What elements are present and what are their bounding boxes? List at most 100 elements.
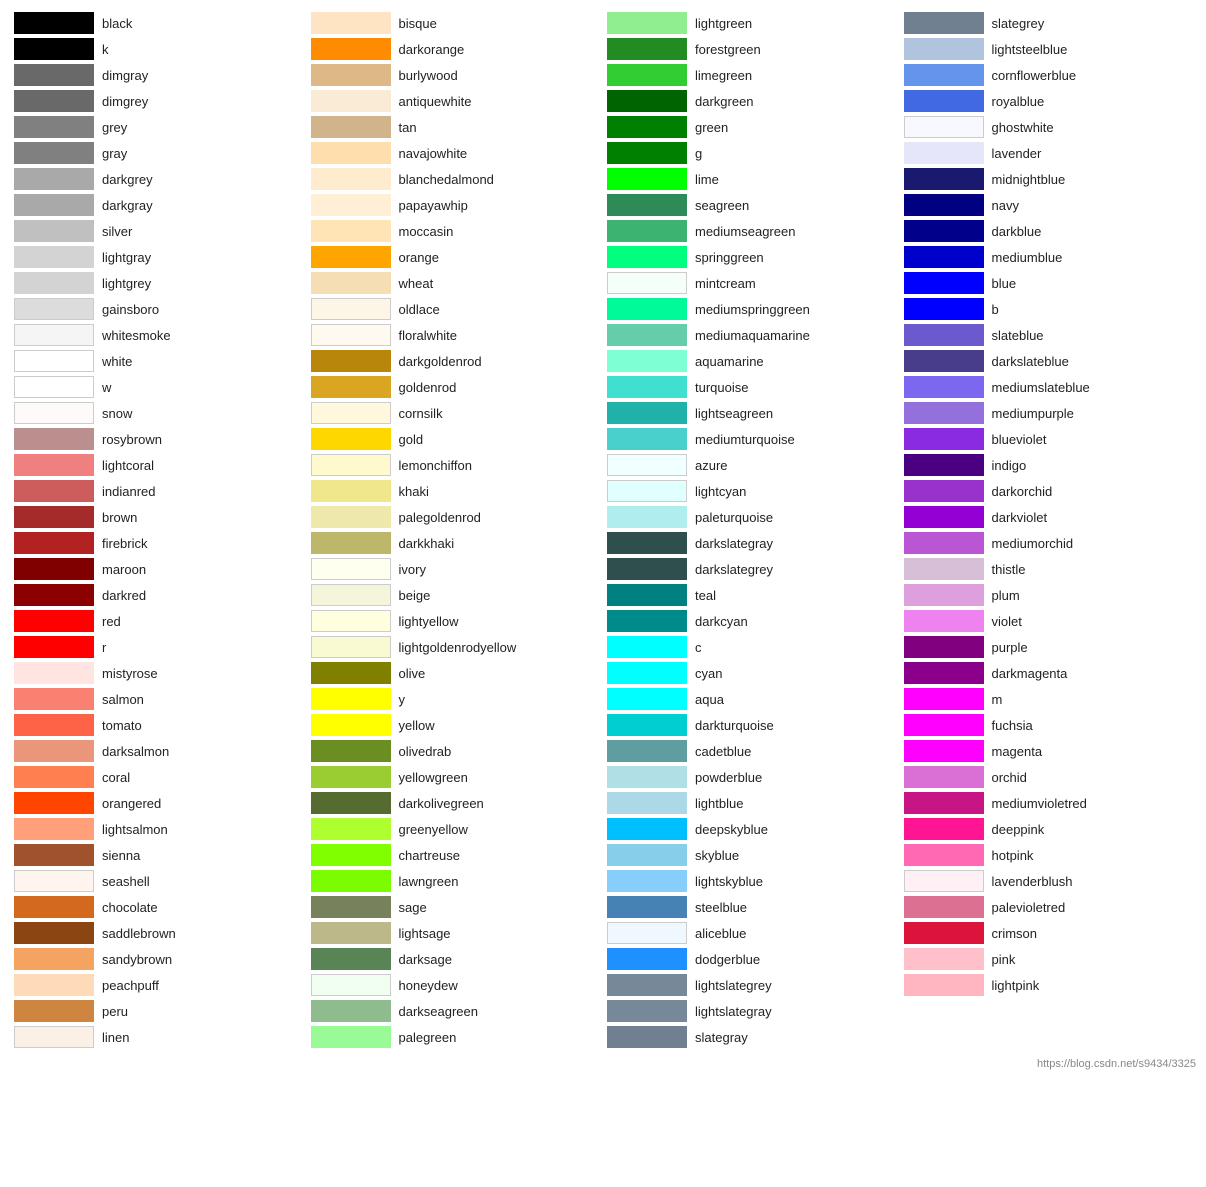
color-swatch [14, 1000, 94, 1022]
color-swatch [311, 1000, 391, 1022]
list-item: skyblue [603, 842, 900, 868]
color-swatch [904, 38, 984, 60]
column-3: lightgreenforestgreenlimegreendarkgreeng… [603, 10, 900, 1050]
color-swatch [311, 428, 391, 450]
color-label: cyan [695, 666, 722, 681]
list-item: snow [10, 400, 307, 426]
color-label: g [695, 146, 702, 161]
color-label: steelblue [695, 900, 747, 915]
list-item: black [10, 10, 307, 36]
color-swatch [904, 818, 984, 840]
list-item: greenyellow [307, 816, 604, 842]
color-label: slategray [695, 1030, 748, 1045]
color-label: mediumslateblue [992, 380, 1090, 395]
color-swatch [904, 506, 984, 528]
color-swatch [904, 90, 984, 112]
color-label: lightpink [992, 978, 1040, 993]
list-item: lightpink [900, 972, 1197, 998]
color-swatch [14, 1026, 94, 1048]
color-swatch [14, 870, 94, 892]
color-swatch [14, 376, 94, 398]
color-swatch [311, 506, 391, 528]
color-swatch [904, 480, 984, 502]
color-label: rosybrown [102, 432, 162, 447]
color-swatch [311, 246, 391, 268]
list-item: violet [900, 608, 1197, 634]
list-item: gray [10, 140, 307, 166]
color-label: lightcoral [102, 458, 154, 473]
color-swatch [14, 116, 94, 138]
list-item: lightskyblue [603, 868, 900, 894]
color-label: mediumaquamarine [695, 328, 810, 343]
color-swatch [607, 636, 687, 658]
color-label: lightgray [102, 250, 151, 265]
list-item: wheat [307, 270, 604, 296]
list-item: paleturquoise [603, 504, 900, 530]
color-label: deeppink [992, 822, 1045, 837]
color-swatch [14, 636, 94, 658]
color-swatch [607, 480, 687, 502]
color-swatch [607, 974, 687, 996]
color-swatch [904, 792, 984, 814]
color-label: gold [399, 432, 424, 447]
list-item: navy [900, 192, 1197, 218]
list-item: coral [10, 764, 307, 790]
list-item: silver [10, 218, 307, 244]
color-label: lemonchiffon [399, 458, 472, 473]
list-item: m [900, 686, 1197, 712]
color-swatch [607, 142, 687, 164]
color-swatch [14, 714, 94, 736]
color-swatch [904, 220, 984, 242]
color-label: silver [102, 224, 132, 239]
color-label: magenta [992, 744, 1043, 759]
color-swatch [311, 168, 391, 190]
color-swatch [311, 870, 391, 892]
list-item: cadetblue [603, 738, 900, 764]
list-item: powderblue [603, 764, 900, 790]
color-swatch [311, 454, 391, 476]
list-item: lightslategray [603, 998, 900, 1024]
color-swatch [607, 584, 687, 606]
color-label: lightblue [695, 796, 743, 811]
color-swatch [904, 324, 984, 346]
list-item: ghostwhite [900, 114, 1197, 140]
list-item: orchid [900, 764, 1197, 790]
list-item: blanchedalmond [307, 166, 604, 192]
color-label: oldlace [399, 302, 440, 317]
color-label: darkcyan [695, 614, 748, 629]
color-label: thistle [992, 562, 1026, 577]
color-swatch [904, 168, 984, 190]
color-swatch [14, 12, 94, 34]
color-swatch [14, 324, 94, 346]
color-label: lightsage [399, 926, 451, 941]
color-label: lightgrey [102, 276, 151, 291]
color-swatch [311, 376, 391, 398]
color-label: darkgoldenrod [399, 354, 482, 369]
color-label: fuchsia [992, 718, 1033, 733]
color-swatch [14, 584, 94, 606]
list-item: aquamarine [603, 348, 900, 374]
list-item: ivory [307, 556, 604, 582]
list-item: mediumorchid [900, 530, 1197, 556]
color-swatch [607, 844, 687, 866]
list-item: yellow [307, 712, 604, 738]
color-label: yellow [399, 718, 435, 733]
color-label: lawngreen [399, 874, 459, 889]
color-swatch [607, 818, 687, 840]
list-item: r [10, 634, 307, 660]
color-label: brown [102, 510, 137, 525]
list-item: darksalmon [10, 738, 307, 764]
color-label: dodgerblue [695, 952, 760, 967]
color-label: darksalmon [102, 744, 169, 759]
color-swatch [311, 38, 391, 60]
list-item: olive [307, 660, 604, 686]
color-label: lightslategray [695, 1004, 772, 1019]
list-item: palevioletred [900, 894, 1197, 920]
list-item: darkblue [900, 218, 1197, 244]
color-swatch [904, 116, 984, 138]
color-swatch [311, 558, 391, 580]
color-swatch [904, 402, 984, 424]
color-label: darkgrey [102, 172, 153, 187]
color-swatch [311, 220, 391, 242]
color-label: lightsteelblue [992, 42, 1068, 57]
